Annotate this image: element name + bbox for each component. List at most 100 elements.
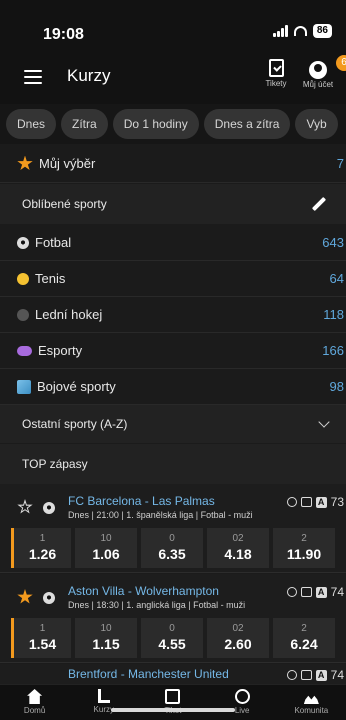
match-actions: A 74 xyxy=(286,668,346,682)
odds-price: 11.90 xyxy=(286,546,322,562)
signal-icon xyxy=(272,25,288,37)
my-selection-label: Můj výběr xyxy=(39,156,96,171)
sport-label: Tenis xyxy=(35,271,66,286)
live-icon xyxy=(234,689,250,704)
bottom-navigation: Domů Kurzy Tiket Live Komunita xyxy=(0,684,346,720)
timer-icon xyxy=(286,497,297,507)
odds-button[interactable]: 0 4.55 xyxy=(141,618,203,658)
odds-button[interactable]: 2 6.24 xyxy=(273,618,335,658)
odds-price: 1.15 xyxy=(92,636,120,652)
tennis-icon xyxy=(17,272,29,285)
sport-row-tennis[interactable]: Tenis 64 xyxy=(0,261,346,297)
status-icons: 86 xyxy=(272,24,332,38)
sport-count: 98 xyxy=(329,379,344,394)
sport-row-football[interactable]: Fotbal 643 xyxy=(0,225,346,261)
page-title: Kurzy xyxy=(67,66,111,85)
more-markets-count[interactable]: 73 xyxy=(331,495,344,509)
timer-icon xyxy=(286,587,297,597)
football-icon xyxy=(43,592,55,604)
sport-count: 166 xyxy=(322,343,344,358)
more-markets-count[interactable]: 74 xyxy=(331,668,344,682)
filter-chip[interactable]: Dnes a zítra xyxy=(203,109,291,139)
odds-row: 1 1.54 10 1.15 0 4.55 02 2.60 2 6.24 xyxy=(11,618,346,658)
sport-row-hockey[interactable]: Lední hokej 118 xyxy=(0,297,346,333)
other-sports-label: Ostatní sporty (A-Z) xyxy=(22,417,128,431)
odds-price: 1.26 xyxy=(28,546,57,562)
odds-button[interactable]: 0 6.35 xyxy=(141,528,203,568)
odds-price: 6.35 xyxy=(158,546,186,562)
favorite-star-icon[interactable] xyxy=(17,589,33,604)
match-actions: A 73 xyxy=(286,495,346,509)
more-markets-count[interactable]: 74 xyxy=(331,585,344,599)
odds-button[interactable]: 1 1.54 xyxy=(11,618,71,658)
user-icon: 6 xyxy=(309,55,346,79)
tickets-button[interactable]: Tikety xyxy=(261,58,291,88)
sport-count: 64 xyxy=(329,271,344,286)
account-label: Můj účet xyxy=(302,80,334,89)
odds-row: 1 1.26 10 1.06 0 6.35 02 4.18 2 11.90 xyxy=(11,528,346,568)
stats-a-icon: A xyxy=(315,496,327,508)
filter-chip[interactable]: Vyb xyxy=(295,109,338,139)
sport-row-combat[interactable]: Bojové sporty 98 xyxy=(0,369,346,405)
match-card[interactable]: Brentford - Manchester United A 74 xyxy=(0,664,346,684)
odds-button[interactable]: 2 11.90 xyxy=(273,528,335,568)
menu-icon[interactable] xyxy=(24,70,42,84)
my-selection-row[interactable]: Můj výběr 7 xyxy=(0,145,346,183)
top-matches-header: TOP zápasy xyxy=(0,444,346,484)
odds-price: 4.18 xyxy=(224,546,252,562)
combat-sports-icon xyxy=(17,379,31,394)
account-button[interactable]: 6 Můj účet xyxy=(296,55,346,89)
status-time: 19:08 xyxy=(43,26,84,43)
nav-label: Komunita xyxy=(294,706,329,715)
sort-icon xyxy=(97,689,110,703)
match-info: Dnes | 18:30 | 1. anglická liga | Fotbal… xyxy=(68,600,246,610)
odds-button[interactable]: 02 4.18 xyxy=(207,528,269,568)
pencil-icon[interactable] xyxy=(311,196,327,212)
odds-button[interactable]: 1 1.26 xyxy=(11,528,71,568)
sport-label: Bojové sporty xyxy=(37,379,116,394)
favorite-star-icon[interactable] xyxy=(17,499,33,514)
tickets-label: Tikety xyxy=(265,79,287,88)
sport-count: 118 xyxy=(323,307,344,322)
my-selection-count: 7 xyxy=(336,156,344,171)
match-title[interactable]: FC Barcelona - Las Palmas xyxy=(68,494,215,508)
match-card[interactable]: FC Barcelona - Las Palmas Dnes | 21:00 |… xyxy=(0,484,346,573)
nav-home[interactable]: Domů xyxy=(5,685,65,715)
video-icon xyxy=(300,497,312,507)
date-filter-bar: Dnes Zítra Do 1 hodiny Dnes a zítra Vyb xyxy=(0,104,346,144)
odds-button[interactable]: 10 1.06 xyxy=(75,528,137,568)
odds-price: 4.55 xyxy=(158,636,186,652)
filter-chip[interactable]: Dnes xyxy=(6,109,57,139)
hockey-icon xyxy=(17,308,29,321)
nav-label: Live xyxy=(234,706,250,715)
match-actions: A 74 xyxy=(286,585,346,599)
nav-label: Domů xyxy=(23,706,46,715)
filter-chip[interactable]: Zítra xyxy=(61,109,108,139)
sport-row-esports[interactable]: Esporty 166 xyxy=(0,333,346,369)
chevron-down-icon xyxy=(318,416,330,428)
other-sports-row[interactable]: Ostatní sporty (A-Z) xyxy=(0,405,346,443)
match-info: Dnes | 21:00 | 1. španělská liga | Fotba… xyxy=(68,510,253,520)
match-title[interactable]: Aston Villa - Wolverhampton xyxy=(68,584,219,598)
match-title[interactable]: Brentford - Manchester United xyxy=(68,667,229,681)
odds-price: 1.06 xyxy=(92,546,120,562)
tv-icon xyxy=(300,587,312,597)
nav-community[interactable]: Komunita xyxy=(281,685,341,715)
filter-chip[interactable]: Do 1 hodiny xyxy=(112,109,199,139)
status-bar: 19:08 86 xyxy=(0,0,346,44)
sport-label: Fotbal xyxy=(35,235,72,250)
ticket-check-icon xyxy=(268,59,284,77)
odds-price: 1.54 xyxy=(28,636,57,652)
home-icon xyxy=(27,689,43,704)
stats-a-icon: A xyxy=(315,586,327,598)
football-icon xyxy=(43,502,55,514)
community-icon xyxy=(303,695,319,704)
home-indicator xyxy=(111,708,235,712)
tv-icon xyxy=(300,670,312,680)
sport-label: Lední hokej xyxy=(35,307,103,322)
match-card[interactable]: Aston Villa - Wolverhampton Dnes | 18:30… xyxy=(0,574,346,663)
odds-button[interactable]: 02 2.60 xyxy=(207,618,269,658)
stats-a-icon: A xyxy=(315,669,327,681)
odds-button[interactable]: 10 1.15 xyxy=(75,618,137,658)
esports-icon xyxy=(17,345,32,356)
